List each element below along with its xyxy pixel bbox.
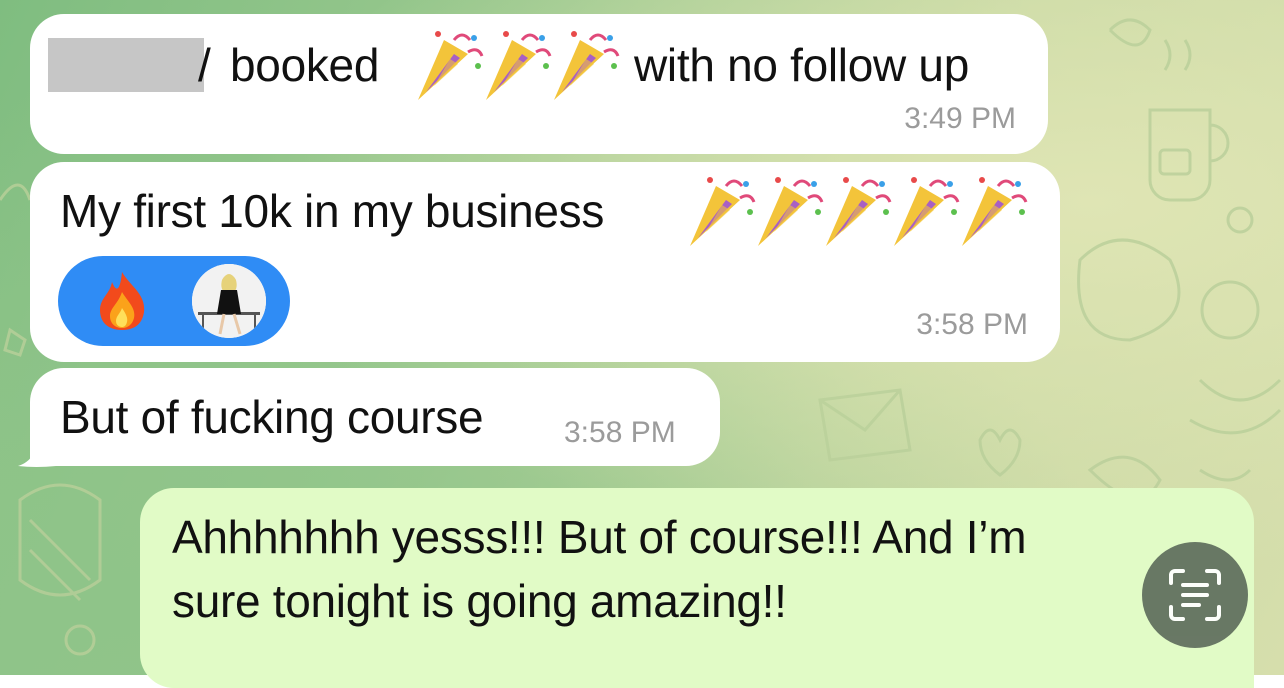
message-time: 3:58 PM [564, 416, 676, 449]
message-text-suffix: with no follow up [634, 39, 969, 91]
reactor-avatar[interactable] [192, 264, 266, 338]
message-time: 3:49 PM [904, 102, 1016, 135]
live-text-button[interactable] [1142, 542, 1248, 648]
message-time: 3:58 PM [916, 308, 1028, 341]
redacted-name [48, 38, 204, 92]
avatar-photo [192, 264, 266, 338]
message-text-line-2: sure tonight is going amazing!! [172, 575, 787, 627]
message-text-prefix: / [198, 39, 211, 91]
party-popper-emoji-group [418, 29, 620, 102]
fire-emoji-icon [100, 272, 145, 330]
message-text: My first 10k in my business [60, 185, 605, 237]
incoming-message-1[interactable]: / booked with no follow up 3:49 PM [30, 14, 1048, 154]
live-text-icon [1169, 569, 1221, 621]
reaction-pill[interactable] [58, 256, 290, 346]
outgoing-message-4[interactable]: Ahhhhhhh yesss!!! But of course!!! And I… [140, 488, 1254, 688]
party-popper-emoji-group [690, 175, 1028, 248]
message-text: booked [230, 39, 380, 91]
incoming-message-2[interactable]: My first 10k in my business 3:58 PM [30, 162, 1060, 362]
incoming-message-3[interactable]: But of fucking course 3:58 PM [30, 368, 720, 466]
message-text: But of fucking course [60, 391, 484, 443]
message-text-line-1: Ahhhhhhh yesss!!! But of course!!! And I… [172, 511, 1027, 563]
